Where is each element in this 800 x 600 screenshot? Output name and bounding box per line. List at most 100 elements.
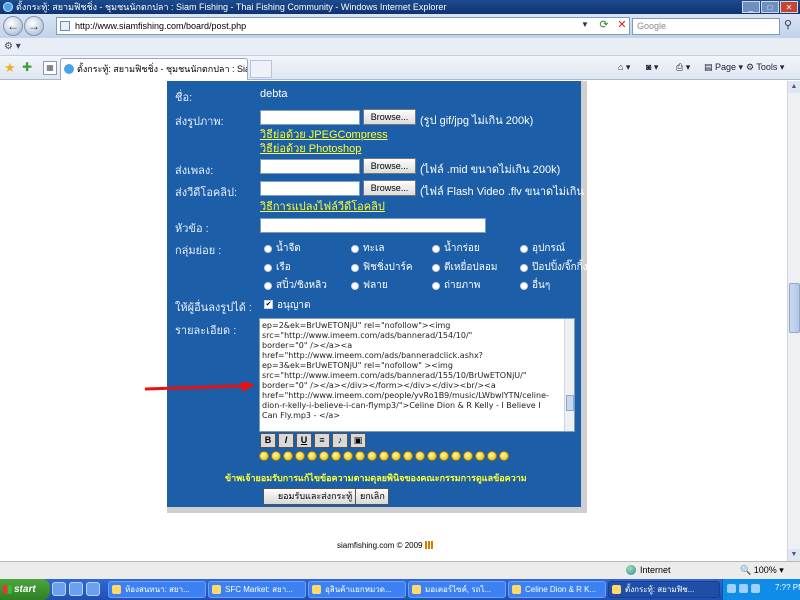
print-icon[interactable]: ⎙ ▾ xyxy=(676,62,690,73)
category-radio-fly[interactable]: ฟลาย xyxy=(351,278,388,293)
quick-launch-icon[interactable] xyxy=(52,582,66,596)
tray-icon[interactable] xyxy=(751,584,760,593)
allow-images-checkbox[interactable]: ✔ xyxy=(264,300,273,309)
start-button[interactable]: start xyxy=(0,579,50,600)
smiley-icon[interactable] xyxy=(295,451,305,461)
taskbar-item[interactable]: SFC Market: สยา... xyxy=(208,581,306,598)
close-button[interactable]: ✕ xyxy=(780,1,798,13)
feeds-icon[interactable]: ◙ ▾ xyxy=(646,62,658,73)
smiley-icon[interactable] xyxy=(487,451,497,461)
smiley-icon[interactable] xyxy=(355,451,365,461)
smiley-icon[interactable] xyxy=(271,451,281,461)
submit-post-button[interactable]: ยอมรับและส่งกระทู้ xyxy=(263,488,367,505)
smiley-icon[interactable] xyxy=(391,451,401,461)
taskbar-item-active[interactable]: ตั้งกระทู้: สยามฟิช... xyxy=(608,581,720,598)
category-radio-other[interactable]: อื่นๆ xyxy=(520,278,550,293)
quick-launch-icon[interactable] xyxy=(86,582,100,596)
category-radio-fishing-park[interactable]: ฟิชชิ่งปาร์ค xyxy=(351,260,413,275)
bold-button[interactable]: B xyxy=(260,433,276,448)
italic-button[interactable]: I xyxy=(278,433,294,448)
category-radio-photo[interactable]: ถ่ายภาพ xyxy=(432,278,480,293)
smiley-icon[interactable] xyxy=(475,451,485,461)
search-icon[interactable]: ⚲ xyxy=(780,18,796,34)
category-radio-boat[interactable]: เรือ xyxy=(264,260,291,275)
tab-post-page[interactable]: ตั้งกระทู้: สยามฟิชชิ่ง - ชุมชนนักตกปลา … xyxy=(60,58,248,80)
favorites-star-icon[interactable]: ★ xyxy=(4,60,16,76)
subject-input[interactable] xyxy=(260,218,486,233)
new-tab-button[interactable] xyxy=(250,60,272,78)
music-file-input[interactable] xyxy=(260,159,360,174)
smiley-icon[interactable] xyxy=(283,451,293,461)
zoom-control[interactable]: 🔍 100% ▾ xyxy=(740,565,784,576)
smiley-icon[interactable] xyxy=(259,451,269,461)
underline-button[interactable]: U xyxy=(296,433,312,448)
smiley-icon[interactable] xyxy=(439,451,449,461)
page-scroll-thumb[interactable] xyxy=(789,283,800,333)
page-scrollbar[interactable]: ▲ ▼ xyxy=(787,81,800,561)
smiley-icon[interactable] xyxy=(463,451,473,461)
image-browse-button[interactable]: Browse... xyxy=(363,109,416,125)
maximize-button[interactable]: □ xyxy=(761,1,779,13)
video-convert-link[interactable]: วิธีการแปลงไฟล์วีดีโอคลิป xyxy=(260,197,385,215)
category-radio-equipment[interactable]: อุปกรณ์ xyxy=(520,241,565,256)
category-radio-spiw[interactable]: สปิ๋ว/ชิงหลิว xyxy=(264,278,327,293)
detail-textarea[interactable]: ep=2&ek=BrUwETONjU" rel="nofollow"><img … xyxy=(259,318,575,432)
address-dropdown-icon[interactable]: ▼ xyxy=(579,18,591,32)
category-radio-freshwater[interactable]: น้ำจืด xyxy=(264,241,301,256)
add-favorites-icon[interactable]: ✚ xyxy=(22,60,32,74)
back-button[interactable]: ← xyxy=(3,16,23,36)
taskbar-item[interactable]: มอเตอร์ไซค์, รถไ... xyxy=(408,581,506,598)
video-browse-button[interactable]: Browse... xyxy=(363,180,416,196)
security-zone: Internet xyxy=(626,565,671,575)
category-option-label: ทะเล xyxy=(363,243,385,254)
settings-icon[interactable]: ⚙ ▾ xyxy=(4,41,21,52)
smiley-icon[interactable] xyxy=(427,451,437,461)
address-url: http://www.siamfishing.com/board/post.ph… xyxy=(75,21,247,31)
category-radio-lure[interactable]: ตีเหยื่อปลอม xyxy=(432,260,497,275)
photoshop-link[interactable]: วิธีย่อด้วย Photoshop xyxy=(260,139,361,157)
home-icon[interactable]: ⌂ ▾ xyxy=(618,62,630,73)
music-browse-button[interactable]: Browse... xyxy=(363,158,416,174)
smiley-icon[interactable] xyxy=(415,451,425,461)
smiley-icon[interactable] xyxy=(331,451,341,461)
stop-icon[interactable]: ✕ xyxy=(614,18,630,34)
detail-scrollbar[interactable] xyxy=(564,319,574,431)
minimize-button[interactable]: _ xyxy=(742,1,760,13)
tray-icon[interactable] xyxy=(739,584,748,593)
tray-icon[interactable] xyxy=(727,584,736,593)
scroll-down-icon[interactable]: ▼ xyxy=(788,549,800,561)
insert-media-button[interactable]: ♪ xyxy=(332,433,348,448)
taskbar-item[interactable]: ห้องสนทนา: สยา... xyxy=(108,581,206,598)
category-radio-sea[interactable]: ทะเล xyxy=(351,241,385,256)
music-size-note: (ไฟล์ .mid ขนาดไม่เกิน 200k) xyxy=(420,164,561,176)
quick-launch-icon[interactable] xyxy=(69,582,83,596)
cancel-button[interactable]: ยกเลิก xyxy=(355,488,389,505)
address-input[interactable]: http://www.siamfishing.com/board/post.ph… xyxy=(56,17,630,35)
smiley-icon[interactable] xyxy=(379,451,389,461)
radio-circle xyxy=(351,263,359,272)
page-menu[interactable]: ▤ Page ▾ xyxy=(704,62,743,73)
category-radio-popping-jigging[interactable]: ป๊อปปิ้ง/จิ๊กกิ้ง xyxy=(520,260,588,275)
smiley-icon[interactable] xyxy=(319,451,329,461)
smiley-icon[interactable] xyxy=(499,451,509,461)
quick-tabs-icon[interactable]: ▦ xyxy=(43,61,57,75)
taskbar-item[interactable]: Celine Dion & R K... xyxy=(508,581,606,598)
insert-image-button[interactable]: ▣ xyxy=(350,433,366,448)
tools-menu[interactable]: ⚙ Tools ▾ xyxy=(746,62,784,73)
scroll-up-icon[interactable]: ▲ xyxy=(788,81,800,93)
refresh-icon[interactable]: ⟳ xyxy=(596,18,612,34)
search-input[interactable]: Google xyxy=(632,18,780,35)
image-file-input[interactable] xyxy=(260,110,360,125)
video-file-input[interactable] xyxy=(260,181,360,196)
smiley-icon[interactable] xyxy=(403,451,413,461)
smiley-icon[interactable] xyxy=(367,451,377,461)
category-radio-brackish[interactable]: น้ำกร่อย xyxy=(432,241,480,256)
smiley-icon[interactable] xyxy=(451,451,461,461)
tools-menu-label: Tools xyxy=(756,62,778,72)
smiley-icon[interactable] xyxy=(307,451,317,461)
taskbar-item[interactable]: อุลินค้าแยกหมวด... xyxy=(308,581,406,598)
smiley-icon[interactable] xyxy=(343,451,353,461)
align-center-button[interactable]: ≡ xyxy=(314,433,330,448)
detail-scroll-thumb[interactable] xyxy=(566,395,574,411)
forward-button[interactable]: → xyxy=(24,16,44,36)
